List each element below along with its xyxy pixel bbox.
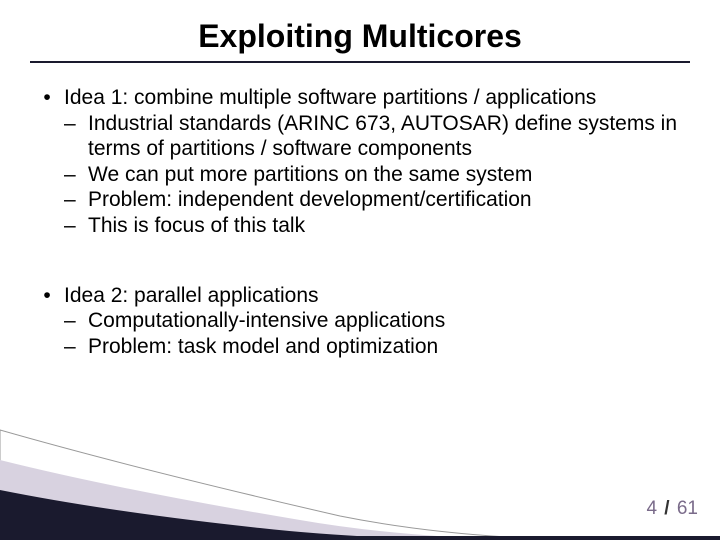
dash-marker: – [64, 162, 88, 188]
sub-bullet: – Problem: independent development/certi… [64, 187, 690, 213]
bullet-marker: • [30, 85, 64, 111]
sub-bullet: – Computationally-intensive applications [64, 308, 690, 334]
sub-bullet: – This is focus of this talk [64, 213, 690, 239]
bullet-marker: • [30, 283, 64, 309]
dash-marker: – [64, 213, 88, 239]
sub-text: Problem: independent development/certifi… [88, 187, 690, 213]
sub-text: This is focus of this talk [88, 213, 690, 239]
slide: Exploiting Multicores • Idea 1: combine … [0, 0, 720, 540]
sub-bullet: – Industrial standards (ARINC 673, AUTOS… [64, 111, 690, 162]
dash-marker: – [64, 111, 88, 162]
spacer [30, 239, 690, 283]
dash-marker: – [64, 187, 88, 213]
page-number: 4 / 61 [646, 498, 698, 520]
slide-body: • Idea 1: combine multiple software part… [30, 85, 690, 359]
bullet-text: Idea 1: combine multiple software partit… [64, 85, 690, 111]
sub-text: Computationally-intensive applications [88, 308, 690, 334]
page-total: 61 [677, 498, 698, 519]
slide-title: Exploiting Multicores [30, 18, 690, 55]
dash-marker: – [64, 334, 88, 360]
sub-text: Industrial standards (ARINC 673, AUTOSAR… [88, 111, 690, 162]
bullet-idea1: • Idea 1: combine multiple software part… [30, 85, 690, 111]
bullet-idea2: • Idea 2: parallel applications [30, 283, 690, 309]
page-separator: / [664, 498, 669, 519]
sub-bullet: – We can put more partitions on the same… [64, 162, 690, 188]
sub-text: Problem: task model and optimization [88, 334, 690, 360]
sub-bullet: – Problem: task model and optimization [64, 334, 690, 360]
page-current: 4 [646, 498, 657, 519]
dash-marker: – [64, 308, 88, 334]
sub-text: We can put more partitions on the same s… [88, 162, 690, 188]
title-underline [30, 61, 690, 63]
decorative-swoosh [0, 420, 720, 540]
bullet-text: Idea 2: parallel applications [64, 283, 690, 309]
